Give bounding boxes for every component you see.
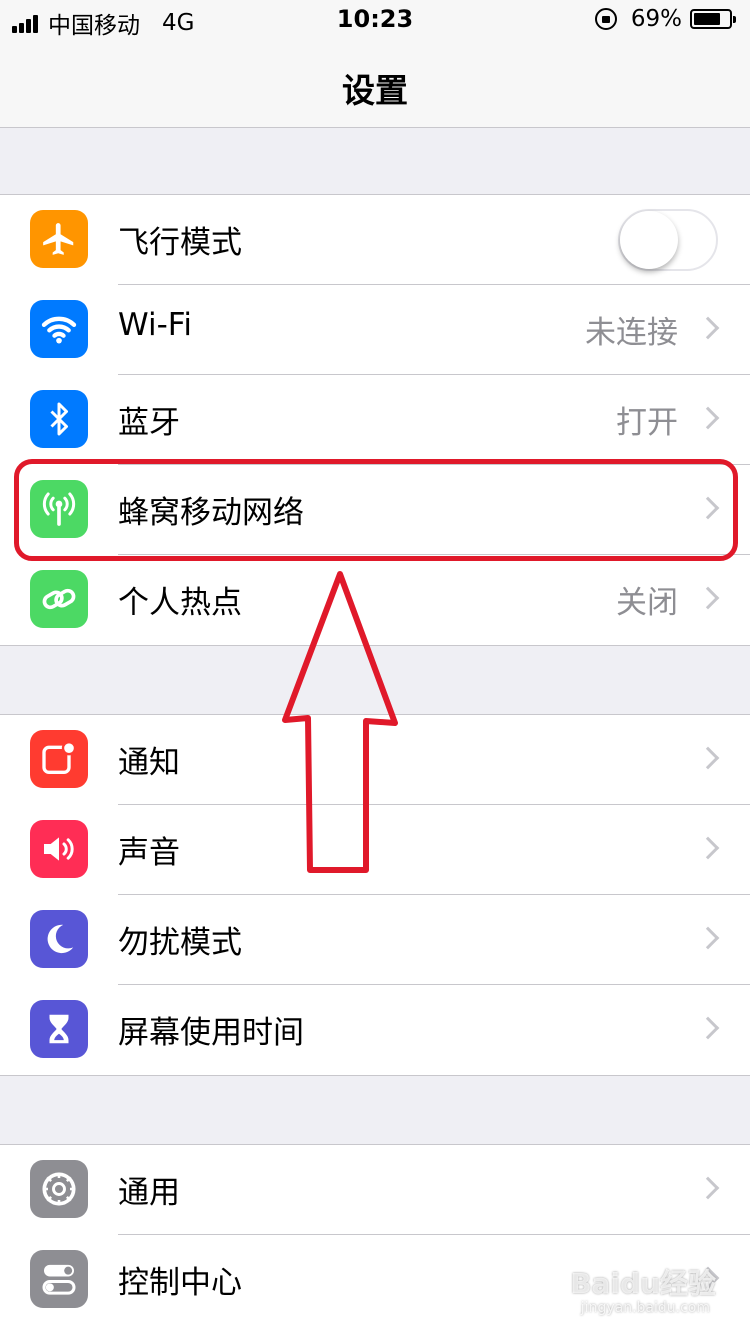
row-wifi[interactable]: Wi-Fi 未连接 (0, 285, 750, 375)
hourglass-icon (30, 1000, 88, 1058)
row-label: 个人热点 (118, 585, 242, 621)
annotation-arrow-up-icon (282, 571, 398, 873)
chevron-right-icon (696, 926, 720, 950)
rotation-lock-icon (594, 8, 617, 30)
status-bar: 中国移动 4G 10:23 69% (0, 0, 750, 40)
speaker-icon (30, 820, 88, 878)
hotspot-link-icon (30, 570, 88, 628)
row-label: 通知 (118, 745, 180, 781)
row-screen-time[interactable]: 屏幕使用时间 (0, 985, 750, 1075)
battery-percent: 69% (630, 6, 682, 32)
chevron-right-icon (696, 316, 720, 340)
row-label: 飞行模式 (118, 225, 242, 261)
chevron-right-icon (696, 836, 720, 860)
battery-icon (690, 9, 736, 29)
row-label: 蓝牙 (118, 405, 180, 441)
chevron-right-icon (696, 586, 720, 610)
airplane-mode-toggle[interactable] (618, 209, 718, 271)
baidu-watermark: Baidu经验 (570, 1267, 716, 1300)
chevron-right-icon (696, 1016, 720, 1040)
row-do-not-disturb[interactable]: 勿扰模式 (0, 895, 750, 985)
airplane-icon (30, 210, 88, 268)
row-general[interactable]: 通用 (0, 1145, 750, 1235)
row-label: 控制中心 (118, 1265, 242, 1301)
chevron-right-icon (696, 406, 720, 430)
row-label: 声音 (118, 835, 180, 871)
row-label: Wi-Fi (118, 307, 192, 343)
row-value: 打开 (616, 405, 678, 441)
gear-icon (30, 1160, 88, 1218)
wifi-icon (30, 300, 88, 358)
toggles-icon (30, 1250, 88, 1308)
annotation-highlight-box (14, 459, 738, 561)
row-airplane-mode: 飞行模式 (0, 195, 750, 285)
row-label: 勿扰模式 (118, 925, 242, 961)
moon-icon (30, 910, 88, 968)
toggle-knob (620, 211, 678, 269)
baidu-watermark-url: jingyan.baidu.com (580, 1300, 710, 1316)
page-title: 设置 (342, 71, 408, 110)
chevron-right-icon (696, 746, 720, 770)
chevron-right-icon (696, 1176, 720, 1200)
notification-icon (30, 730, 88, 788)
row-value: 关闭 (616, 585, 678, 621)
bluetooth-icon (30, 390, 88, 448)
status-right: 69% (594, 6, 736, 32)
row-bluetooth[interactable]: 蓝牙 打开 (0, 375, 750, 465)
row-label: 通用 (118, 1175, 180, 1211)
navigation-bar: 设置 (0, 40, 750, 128)
row-label: 屏幕使用时间 (118, 1015, 304, 1051)
row-value: 未连接 (585, 315, 678, 351)
